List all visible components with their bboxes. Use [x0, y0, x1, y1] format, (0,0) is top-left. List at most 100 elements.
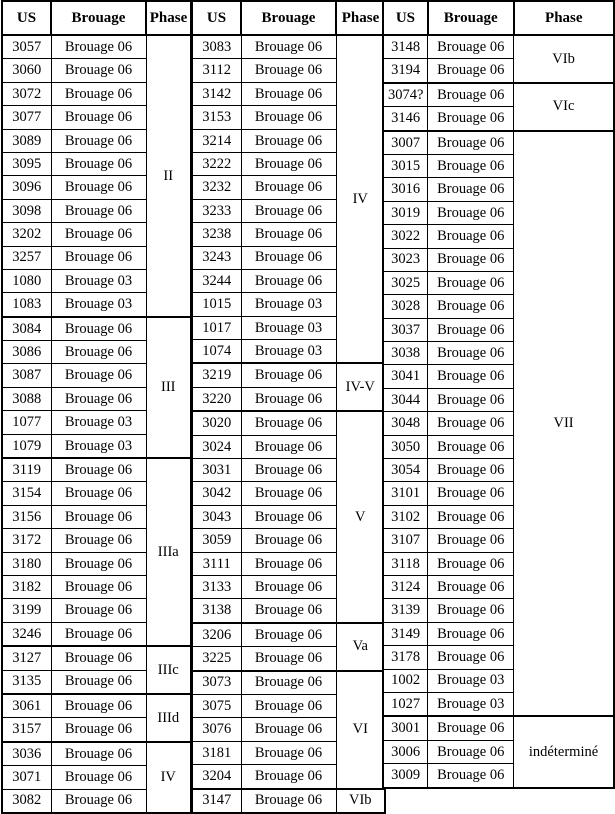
cell-brouage: Brouage 06 — [240, 362, 337, 388]
table-row: 3007 Brouage 06 VII — [382, 130, 615, 718]
cell-us: 3059 — [191, 528, 242, 553]
cell-us: 3050 — [382, 434, 429, 460]
cell-brouage: Brouage 06 — [240, 81, 337, 107]
cell-us: 3246 — [1, 621, 52, 648]
cell-us: 3019 — [382, 200, 429, 226]
cell-us: 3112 — [191, 58, 242, 83]
table-block-2: US Brouage Phase 3083 Brouage 06 IV 3112 Brouag… — [191, 0, 386, 814]
cell-us: 1015 — [191, 292, 242, 317]
cell-us: 3149 — [382, 621, 429, 647]
cell-brouage: Brouage 06 — [427, 58, 515, 84]
cell-us: 1080 — [1, 268, 52, 294]
cell-brouage: Brouage 06 — [427, 528, 515, 553]
cell-us: 3202 — [1, 222, 52, 247]
cell-us: 3083 — [191, 34, 242, 60]
cell-us: 3214 — [191, 128, 242, 153]
cell-brouage: Brouage 06 — [427, 341, 515, 366]
cell-brouage: Brouage 06 — [50, 34, 147, 60]
cell-brouage: Brouage 06 — [50, 175, 147, 200]
column-header-brouage: Brouage — [50, 0, 147, 36]
cell-brouage: Brouage 06 — [427, 270, 515, 296]
cell-brouage: Brouage 06 — [427, 504, 515, 530]
cell-phase: IIIa — [145, 457, 192, 648]
cell-us: 3199 — [1, 598, 52, 623]
cell-us: 3204 — [191, 764, 242, 790]
cell-us: 1083 — [1, 292, 52, 318]
cell-phase: indéterminé — [513, 715, 615, 789]
cell-us: 3074? — [382, 82, 429, 108]
cell-phase: IV — [145, 741, 192, 814]
cell-phase: VII — [513, 130, 615, 718]
cell-brouage: Brouage 06 — [427, 598, 515, 623]
cell-us: 3238 — [191, 222, 242, 247]
cell-us: 3243 — [191, 245, 242, 270]
cell-us: 3232 — [191, 175, 242, 200]
cell-us: 3073 — [191, 670, 242, 695]
cell-brouage: Brouage 06 — [50, 105, 147, 130]
cell-us: 3172 — [1, 528, 52, 553]
cell-us: 3006 — [382, 739, 429, 765]
cell-us: 3107 — [382, 528, 429, 553]
cell-us: 3127 — [1, 645, 52, 671]
cell-us: 3020 — [191, 410, 242, 436]
cell-us: 1077 — [1, 410, 52, 435]
cell-us: 3153 — [191, 105, 242, 130]
cell-brouage: Brouage 06 — [240, 151, 337, 177]
cell-brouage: Brouage 06 — [427, 294, 515, 319]
cell-brouage: Brouage 06 — [427, 387, 515, 413]
column-header-brouage: Brouage — [240, 0, 337, 36]
table-row: 3083 Brouage 06 IV — [191, 33, 386, 365]
cell-brouage: Brouage 06 — [240, 58, 337, 83]
cell-us: 3036 — [1, 741, 52, 767]
cell-brouage: Brouage 06 — [427, 106, 515, 132]
table-header-row: US Brouage Phase — [382, 0, 615, 36]
cell-us: 3043 — [191, 504, 242, 530]
cell-brouage: Brouage 03 — [427, 691, 515, 718]
cell-brouage: Brouage 06 — [240, 717, 337, 742]
cell-brouage: Brouage 06 — [50, 58, 147, 83]
cell-brouage: Brouage 06 — [240, 528, 337, 553]
cell-brouage: Brouage 06 — [50, 128, 147, 153]
cell-us: 3118 — [382, 551, 429, 576]
cell-brouage: Brouage 06 — [240, 764, 337, 790]
cell-us: 3220 — [191, 386, 242, 413]
cell-brouage: Brouage 06 — [240, 128, 337, 153]
cell-us: 3101 — [382, 481, 429, 506]
cell-us: 3022 — [382, 224, 429, 249]
cell-us: 3016 — [382, 177, 429, 202]
column-header-phase: Phase — [145, 0, 192, 36]
table-row: 3036 Brouage 06 IV — [1, 741, 192, 814]
cell-us: 3233 — [191, 198, 242, 224]
cell-brouage: Brouage 06 — [50, 717, 147, 743]
cell-brouage: Brouage 03 — [427, 668, 515, 693]
cell-brouage: Brouage 06 — [50, 363, 147, 388]
cell-brouage: Brouage 06 — [50, 151, 147, 177]
cell-us: 3135 — [1, 669, 52, 695]
cell-brouage: Brouage 06 — [427, 82, 515, 108]
cell-brouage: Brouage 06 — [240, 622, 337, 648]
data-table: US Brouage Phase 3057 Brouage 06 II 3060 Brouag… — [1, 0, 192, 814]
cell-phase: VIb — [335, 787, 386, 814]
cell-brouage: Brouage 06 — [240, 268, 337, 294]
cell-brouage: Brouage 06 — [427, 130, 515, 155]
cell-phase: III — [145, 316, 192, 460]
cell-brouage: Brouage 06 — [427, 34, 515, 60]
cell-phase: V — [335, 410, 386, 624]
cell-brouage: Brouage 06 — [50, 598, 147, 623]
table-row: 3148 Brouage 06 VIb — [382, 34, 615, 84]
cell-us: 3077 — [1, 105, 52, 130]
cell-brouage: Brouage 03 — [240, 292, 337, 317]
cell-us: 3048 — [382, 411, 429, 436]
cell-brouage: Brouage 06 — [240, 434, 337, 460]
cell-us: 3072 — [1, 81, 52, 107]
cell-brouage: Brouage 06 — [50, 551, 147, 576]
column-header-brouage: Brouage — [426, 0, 515, 36]
cell-us: 1027 — [382, 691, 429, 718]
cell-brouage: Brouage 06 — [240, 105, 337, 130]
cell-brouage: Brouage 06 — [240, 598, 337, 624]
cell-us: 3182 — [1, 574, 52, 600]
cell-brouage: Brouage 06 — [240, 175, 337, 200]
column-header-us: US — [382, 0, 429, 36]
cell-us: 3042 — [191, 481, 242, 506]
cell-us: 3015 — [382, 153, 429, 179]
